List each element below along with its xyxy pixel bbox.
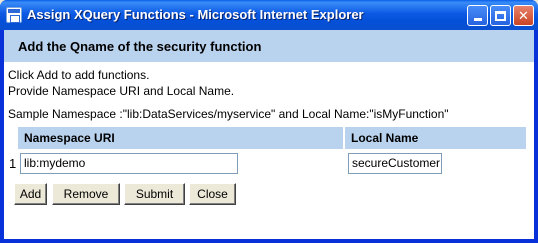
dialog-content: Add the Qname of the security function C…	[4, 30, 534, 239]
row-index: 1	[9, 156, 17, 171]
ie-page-icon	[6, 7, 22, 23]
minimize-button[interactable]	[467, 5, 488, 26]
instruction-sample: Sample Namespace :"lib:DataServices/myse…	[8, 107, 449, 121]
maximize-button[interactable]	[490, 5, 511, 26]
title-bar[interactable]: Assign XQuery Functions - Microsoft Inte…	[0, 0, 538, 30]
content-footer	[4, 214, 534, 239]
instruction-add: Click Add to add functions.	[8, 68, 150, 82]
local-name-input[interactable]: secureCustomer	[348, 153, 442, 174]
add-button[interactable]: Add	[14, 183, 47, 205]
window-title: Assign XQuery Functions - Microsoft Inte…	[27, 7, 364, 22]
submit-button[interactable]: Submit	[124, 183, 185, 205]
close-button[interactable]: Close	[189, 183, 236, 205]
maximize-icon	[495, 10, 506, 21]
instruction-provide: Provide Namespace URI and Local Name.	[8, 84, 235, 98]
window-frame-bottom	[0, 239, 538, 243]
section-header: Add the Qname of the security function	[4, 30, 534, 62]
remove-button[interactable]: Remove	[52, 183, 120, 205]
close-icon: ✕	[518, 8, 529, 23]
column-header-namespace-uri: Namespace URI	[18, 127, 343, 149]
minimize-icon	[473, 18, 482, 21]
namespace-uri-input[interactable]: lib:mydemo	[20, 153, 238, 174]
column-header-local-name: Local Name	[345, 127, 526, 149]
section-title: Add the Qname of the security function	[18, 39, 262, 54]
browser-window: Assign XQuery Functions - Microsoft Inte…	[0, 0, 538, 243]
close-window-button[interactable]: ✕	[513, 5, 534, 26]
